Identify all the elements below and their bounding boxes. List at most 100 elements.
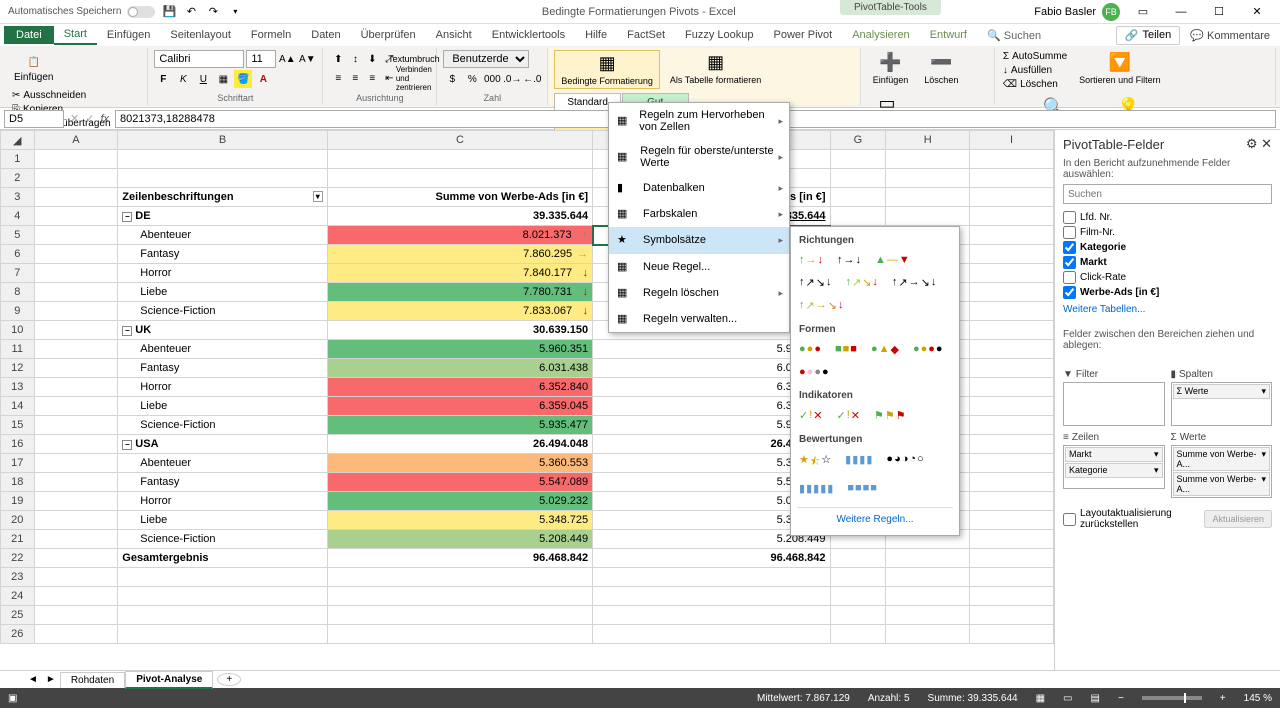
field-lfdnr[interactable]: Lfd. Nr. [1063, 210, 1272, 225]
iconset-3traffic-rimmed[interactable]: ■■■ [833, 341, 859, 358]
cf-new-rule[interactable]: ▦Neue Regel... [609, 253, 789, 280]
add-sheet-icon[interactable]: + [217, 673, 241, 686]
iconset-4arrows-gray[interactable]: ↑↗↘↓ [797, 274, 833, 291]
dec-decimal-icon[interactable]: ←.0 [523, 70, 541, 88]
iconset-3signs[interactable]: ●▲◆ [869, 341, 901, 358]
autosum-button[interactable]: Σ AutoSumme [1001, 50, 1069, 63]
tab-uberprufen[interactable]: Überprüfen [351, 26, 426, 44]
iconset-4traffic[interactable]: ●●●● [911, 341, 945, 358]
tab-file[interactable]: Datei [4, 26, 54, 44]
iconset-3stars[interactable]: ★⯪☆ [797, 451, 833, 474]
format-as-table-button[interactable]: ▦ Als Tabelle formatieren [664, 50, 767, 87]
align-bottom-icon[interactable]: ⬇ [363, 50, 381, 68]
tab-fuzzy[interactable]: Fuzzy Lookup [675, 26, 763, 44]
align-middle-icon[interactable]: ↕ [346, 50, 364, 68]
zoom-slider[interactable] [1142, 696, 1202, 700]
tab-entwickler[interactable]: Entwicklertools [482, 26, 575, 44]
iconset-more-rules[interactable]: Weitere Regeln... [797, 507, 953, 531]
sort-filter-button[interactable]: 🔽Sortieren und Filtern [1073, 50, 1167, 87]
tab-start[interactable]: Start [54, 25, 97, 45]
minimize-icon[interactable]: — [1166, 2, 1196, 22]
view-pagebreak-icon[interactable]: ▤ [1091, 693, 1100, 704]
paste-button[interactable]: 📋Einfügen [10, 50, 57, 85]
view-pagelayout-icon[interactable]: ▭ [1063, 693, 1072, 704]
iconset-5arrows-color[interactable]: ↑↗→↘↓ [797, 297, 845, 314]
cf-top-bottom[interactable]: ▦Regeln für oberste/unterste Werte▸ [609, 139, 789, 175]
tab-powerpivot[interactable]: Power Pivot [764, 26, 843, 44]
col-H[interactable]: H [886, 131, 970, 150]
zoom-out-icon[interactable]: − [1118, 693, 1124, 704]
align-left-icon[interactable]: ≡ [329, 69, 347, 87]
tab-hilfe[interactable]: Hilfe [575, 26, 617, 44]
iconset-3triangles[interactable]: ▲—▼ [873, 252, 912, 268]
align-center-icon[interactable]: ≡ [346, 69, 364, 87]
cancel-formula-icon[interactable]: ✕ [70, 112, 79, 125]
iconset-3symbols-circled[interactable]: ✓!✕ [797, 407, 825, 424]
cf-manage-rules[interactable]: ▦Regeln verwalten... [609, 306, 789, 332]
cf-color-scales[interactable]: ▦Farbskalen▸ [609, 201, 789, 227]
tab-formeln[interactable]: Formeln [241, 26, 301, 44]
maximize-icon[interactable]: ☐ [1204, 2, 1234, 22]
decrease-font-icon[interactable]: A▼ [298, 50, 316, 68]
cf-clear-rules[interactable]: ▦Regeln löschen▸ [609, 280, 789, 306]
col-A[interactable]: A [34, 131, 118, 150]
currency-icon[interactable]: $ [443, 70, 461, 88]
tab-suchen[interactable]: 🔍 Suchen [977, 26, 1051, 45]
ribbon-options-icon[interactable]: ▭ [1128, 2, 1158, 22]
iconset-5arrows-gray[interactable]: ↑↗→↘↓ [890, 274, 938, 291]
field-search-input[interactable] [1063, 184, 1272, 204]
bold-button[interactable]: F [154, 70, 172, 88]
percent-icon[interactable]: % [463, 70, 481, 88]
inc-decimal-icon[interactable]: .0→ [503, 70, 521, 88]
align-top-icon[interactable]: ⬆ [329, 50, 347, 68]
tab-entwurf[interactable]: Entwurf [920, 26, 977, 44]
iconset-4arrows-color[interactable]: ↑↗↘↓ [843, 274, 879, 291]
tab-einfugen[interactable]: Einfügen [97, 26, 160, 44]
user-account[interactable]: Fabio Basler FB [1034, 3, 1120, 21]
insert-cells-button[interactable]: ➕Einfügen [867, 50, 915, 87]
field-markt[interactable]: Markt [1063, 255, 1272, 270]
font-name-input[interactable] [154, 50, 244, 68]
increase-font-icon[interactable]: A▲ [278, 50, 296, 68]
autosave-toggle[interactable] [127, 6, 155, 18]
col-G[interactable]: G [830, 131, 886, 150]
tab-ansicht[interactable]: Ansicht [426, 26, 482, 44]
cut-button[interactable]: ✂ Ausschneiden [10, 89, 113, 102]
cf-highlight-cells[interactable]: ▦Regeln zum Hervorheben von Zellen▸ [609, 103, 789, 139]
col-B[interactable]: B [118, 131, 327, 150]
iconset-3flags[interactable]: ⚑⚑⚑ [872, 407, 908, 424]
tab-factset[interactable]: FactSet [617, 26, 675, 44]
zoom-in-icon[interactable]: + [1220, 693, 1226, 704]
fill-color-button[interactable]: 🪣 [234, 70, 252, 88]
sheet-nav-prev-icon[interactable]: ◄ [24, 674, 42, 685]
underline-button[interactable]: U [194, 70, 212, 88]
save-icon[interactable]: 💾 [161, 4, 177, 20]
fill-button[interactable]: ↓ Ausfüllen [1001, 64, 1069, 77]
col-C[interactable]: C [327, 131, 592, 150]
iconset-3arrows-gray[interactable]: ↑→↓ [835, 252, 863, 268]
iconset-redtoblack[interactable]: ●●●● [797, 364, 831, 380]
cf-data-bars[interactable]: ▮Datenbalken▸ [609, 175, 789, 201]
filter-icon[interactable]: ▾ [313, 191, 323, 202]
iconset-5quarters[interactable]: ●◕◑◔○ [884, 451, 925, 474]
iconset-5ratings[interactable]: ▮▮▮▮▮ [797, 480, 835, 497]
font-color-button[interactable]: A [254, 70, 272, 88]
cf-icon-sets[interactable]: ★Symbolsätze▸ [609, 227, 789, 253]
more-tables-link[interactable]: Weitere Tabellen... [1063, 300, 1272, 319]
qat-customize-icon[interactable]: ▾ [227, 4, 243, 20]
confirm-formula-icon[interactable]: ✓ [85, 112, 94, 125]
delete-cells-button[interactable]: ➖Löschen [918, 50, 964, 87]
sheet-tab-rohdaten[interactable]: Rohdaten [60, 672, 125, 688]
view-normal-icon[interactable]: ▦ [1036, 693, 1045, 704]
defer-update-checkbox[interactable] [1063, 513, 1076, 526]
clear-button[interactable]: ⌫ Löschen [1001, 78, 1069, 91]
border-button[interactable]: ▦ [214, 70, 232, 88]
number-format-select[interactable]: Benutzerdefiniert [443, 50, 529, 68]
sheet-nav-next-icon[interactable]: ► [42, 674, 60, 685]
italic-button[interactable]: K [174, 70, 192, 88]
iconset-5boxes[interactable]: ■■■■ [845, 480, 879, 497]
redo-icon[interactable]: ↷ [205, 4, 221, 20]
iconset-3traffic[interactable]: ●●● [797, 341, 823, 358]
close-pane-icon[interactable]: ✕ [1261, 136, 1272, 151]
record-macro-icon[interactable]: ▣ [8, 693, 17, 704]
